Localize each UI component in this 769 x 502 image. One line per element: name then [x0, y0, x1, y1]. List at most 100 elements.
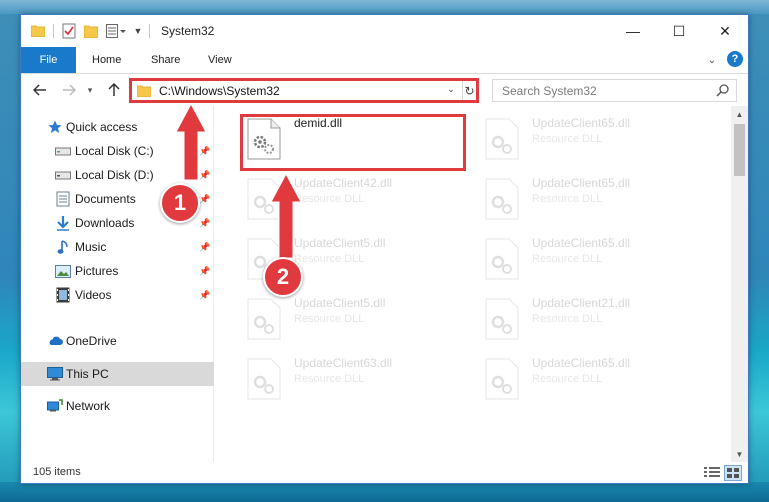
tab-home[interactable]: Home: [92, 54, 121, 66]
search-placeholder[interactable]: Search System32: [502, 84, 597, 98]
star-icon: [47, 119, 63, 135]
tab-view[interactable]: View: [208, 54, 232, 66]
close-button[interactable]: ✕: [702, 15, 748, 47]
dll-file-icon: [485, 118, 519, 160]
refresh-icon[interactable]: ↻: [462, 81, 476, 100]
file-name: UpdateClient42.dll: [294, 176, 393, 190]
ribbon-tabs: File Home Share View ⌄ ?: [21, 47, 748, 74]
vertical-scrollbar[interactable]: ▲ ▼: [731, 106, 748, 462]
file-name: UpdateClient5.dll: [294, 296, 386, 310]
minimize-button[interactable]: —: [610, 15, 656, 47]
dll-file-icon: [247, 358, 281, 400]
step-2-badge: 2: [263, 257, 303, 297]
title-separator: [149, 24, 150, 38]
scroll-up-icon[interactable]: ▲: [731, 106, 748, 122]
desktop-background-bottom: [0, 482, 769, 502]
cloud-icon: [47, 333, 63, 349]
sidebar-item-this-pc[interactable]: This PC: [21, 362, 214, 386]
file-item[interactable]: UpdateClient5.dll Resource DLL: [239, 290, 469, 346]
file-name: UpdateClient63.dll: [294, 356, 393, 370]
documents-icon: [55, 191, 71, 207]
file-item[interactable]: UpdateClient65.dll Resource DLL: [477, 350, 707, 406]
sidebar-item-onedrive[interactable]: OneDrive: [21, 329, 214, 353]
search-icon[interactable]: [716, 83, 730, 97]
navigation-pane: Quick access Local Disk (C:) 📌 Local Dis…: [21, 106, 214, 462]
download-icon: [55, 215, 71, 231]
drive-icon: [55, 143, 71, 159]
maximize-button[interactable]: ☐: [656, 15, 702, 47]
pin-icon[interactable]: 📌: [199, 146, 210, 157]
pin-icon[interactable]: 📌: [199, 218, 210, 229]
address-bar[interactable]: C:\Windows\System32 ⌄ ↻: [129, 78, 479, 103]
dll-file-icon: [485, 358, 519, 400]
sidebar-item-videos[interactable]: Videos 📌: [21, 283, 214, 307]
sidebar-item-label: Quick access: [66, 120, 138, 134]
network-icon: [47, 398, 63, 414]
sidebar-item-pictures[interactable]: Pictures 📌: [21, 259, 214, 283]
dll-file-icon: [485, 178, 519, 220]
file-name: UpdateClient65.dll: [532, 116, 631, 130]
back-arrow-icon[interactable]: [30, 80, 50, 100]
file-item[interactable]: UpdateClient65.dll Resource DLL: [477, 230, 707, 286]
quick-access-separator: [53, 24, 54, 38]
file-type: Resource DLL: [294, 373, 365, 385]
scrollbar-thumb[interactable]: [734, 124, 745, 176]
properties-list-icon[interactable]: [105, 23, 127, 39]
navigation-bar: ▾ C:\Windows\System32 ⌄ ↻ Search System3…: [21, 75, 748, 105]
video-icon: [55, 287, 71, 303]
address-path[interactable]: C:\Windows\System32: [159, 84, 280, 98]
address-dropdown-chevron-icon[interactable]: ⌄: [445, 84, 457, 95]
sidebar-item-local-disk-c[interactable]: Local Disk (C:) 📌: [21, 139, 214, 163]
forward-arrow-icon[interactable]: [59, 80, 79, 100]
up-arrow-icon[interactable]: [104, 80, 124, 100]
file-item[interactable]: UpdateClient42.dll Resource DLL: [239, 170, 469, 226]
help-icon[interactable]: ?: [727, 51, 743, 67]
chevron-down-icon[interactable]: ⌄: [705, 53, 719, 67]
folder-icon: [136, 84, 152, 98]
sidebar-item-network[interactable]: Network: [21, 394, 214, 418]
file-type: Resource DLL: [532, 253, 603, 265]
details-view-icon[interactable]: [703, 465, 721, 481]
sidebar-item-quick-access[interactable]: Quick access: [21, 115, 214, 139]
customize-toolbar-icon[interactable]: ▼: [133, 23, 143, 39]
computer-icon: [47, 366, 63, 382]
scroll-down-icon[interactable]: ▼: [731, 446, 748, 462]
search-box[interactable]: Search System32: [492, 79, 737, 102]
file-item[interactable]: UpdateClient63.dll Resource DLL: [239, 350, 469, 406]
file-name: UpdateClient65.dll: [532, 356, 631, 370]
file-type: Resource DLL: [294, 253, 365, 265]
desktop-background-top: [0, 0, 769, 14]
file-name: UpdateClient65.dll: [532, 176, 631, 190]
file-type: Resource DLL: [294, 313, 365, 325]
new-folder-icon[interactable]: [84, 23, 98, 39]
properties-check-icon[interactable]: [61, 23, 77, 39]
item-count: 105 items: [33, 466, 81, 478]
file-item[interactable]: UpdateClient65.dll Resource DLL: [477, 170, 707, 226]
pin-icon[interactable]: 📌: [199, 194, 210, 205]
tab-share[interactable]: Share: [151, 54, 180, 66]
sidebar-item-label: Downloads: [75, 216, 135, 230]
file-name: UpdateClient21.dll: [532, 296, 631, 310]
recent-locations-chevron-icon[interactable]: ▾: [84, 80, 96, 100]
tab-file[interactable]: File: [21, 47, 76, 73]
sidebar-item-label: OneDrive: [66, 334, 117, 348]
sidebar-item-music[interactable]: Music 📌: [21, 235, 214, 259]
dll-file-icon: [485, 238, 519, 280]
pin-icon[interactable]: 📌: [199, 290, 210, 301]
pin-icon[interactable]: 📌: [199, 266, 210, 277]
step-1-badge: 1: [160, 183, 200, 223]
file-item[interactable]: UpdateClient65.dll Resource DLL: [477, 110, 707, 166]
title-bar: ▼ System32 — ☐ ✕: [21, 15, 748, 47]
file-type: Resource DLL: [532, 133, 603, 145]
music-icon: [55, 239, 71, 255]
file-type: Resource DLL: [532, 373, 603, 385]
folder-icon[interactable]: [31, 23, 45, 39]
large-icons-view-icon[interactable]: [724, 465, 742, 481]
pin-icon[interactable]: 📌: [199, 242, 210, 253]
dll-file-icon: [247, 298, 281, 340]
pin-icon[interactable]: 📌: [199, 170, 210, 181]
drive-icon: [55, 167, 71, 183]
status-bar: 105 items: [21, 462, 748, 483]
dll-file-icon: [485, 298, 519, 340]
file-item[interactable]: UpdateClient21.dll Resource DLL: [477, 290, 707, 346]
